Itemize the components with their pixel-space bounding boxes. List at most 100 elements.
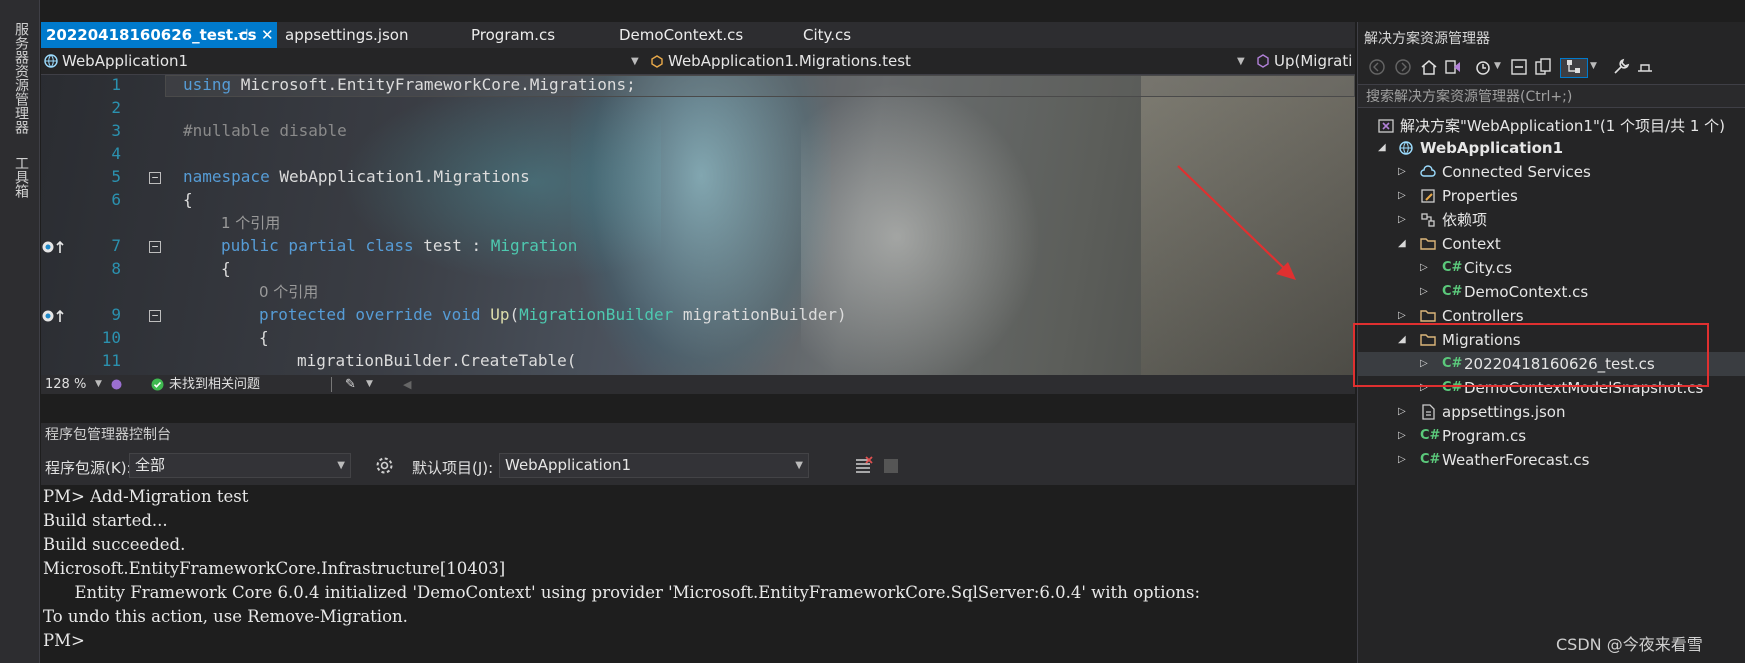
tree-item-context-folder[interactable]: ◢ Context bbox=[1358, 232, 1745, 256]
cleanup-icon[interactable]: ✎ bbox=[345, 375, 356, 394]
override-glyph-icon[interactable] bbox=[41, 308, 67, 324]
package-source-value: 全部 bbox=[135, 456, 166, 474]
package-manager-console: 程序包管理器控制台 程序包源(K): 全部 ▼ 默认项目(J): WebAppl… bbox=[41, 423, 1355, 663]
csharp-file-icon: C# bbox=[1442, 284, 1463, 299]
tree-item-program[interactable]: ▷ C# Program.cs bbox=[1358, 424, 1745, 448]
expanded-arrow-icon[interactable]: ◢ bbox=[1378, 136, 1390, 160]
member-dropdown[interactable]: Up(Migrati bbox=[1255, 50, 1355, 73]
collapsed-arrow-icon[interactable]: ▷ bbox=[1398, 424, 1410, 448]
server-explorer-tab[interactable]: 服务器资源管理器 bbox=[11, 22, 31, 134]
tab-appsettings[interactable]: appsettings.json bbox=[285, 22, 409, 48]
collapsed-arrow-icon[interactable]: ▷ bbox=[1398, 184, 1410, 208]
keyword: using bbox=[183, 75, 232, 94]
back-icon[interactable] bbox=[1368, 58, 1386, 76]
left-tool-strip: 服务器资源管理器 工具箱 bbox=[0, 0, 40, 663]
type-name: MigrationBuilder bbox=[519, 305, 674, 324]
collapsed-arrow-icon[interactable]: ▷ bbox=[1420, 256, 1432, 280]
tree-item-label: Context bbox=[1442, 235, 1501, 253]
clear-console-icon[interactable] bbox=[854, 456, 874, 476]
tab-program[interactable]: Program.cs bbox=[471, 22, 555, 48]
code-line-6: { bbox=[183, 190, 193, 209]
tree-item-label: Connected Services bbox=[1442, 163, 1591, 181]
method-name: Up bbox=[480, 305, 510, 324]
gear-icon[interactable] bbox=[375, 456, 394, 475]
tree-item-label: Program.cs bbox=[1442, 427, 1527, 445]
show-all-files-icon[interactable] bbox=[1534, 58, 1552, 76]
chevron-down-icon[interactable]: ▼ bbox=[95, 375, 102, 394]
code-line-7: public partial class test : Migration bbox=[221, 236, 577, 255]
scroll-left-icon[interactable]: ◀ bbox=[403, 375, 411, 394]
tree-icon[interactable] bbox=[1565, 58, 1583, 76]
codelens-references[interactable]: 0 个引用 bbox=[259, 281, 318, 302]
code-area[interactable]: 1 2 3 4 5 6 7 8 9 10 11 − − − using Micr… bbox=[41, 75, 1355, 375]
solution-explorer-title: 解决方案资源管理器 bbox=[1364, 31, 1490, 47]
wrench-icon[interactable] bbox=[1612, 58, 1630, 76]
pin-icon[interactable]: ⊣ bbox=[237, 22, 248, 48]
web-project-icon bbox=[1399, 141, 1413, 155]
expanded-arrow-icon[interactable]: ◢ bbox=[1398, 232, 1410, 256]
stop-icon[interactable] bbox=[884, 459, 898, 473]
package-source-select[interactable]: 全部 ▼ bbox=[129, 453, 351, 478]
tree-item-appsettings[interactable]: ▷ appsettings.json bbox=[1358, 400, 1745, 424]
tree-item-city[interactable]: ▷ C# City.cs bbox=[1358, 256, 1745, 280]
default-project-label: 默认项目(J): bbox=[412, 459, 494, 477]
project-dropdown[interactable]: WebApplication1 ▼ bbox=[43, 50, 643, 73]
divider bbox=[331, 377, 332, 392]
collapse-icon[interactable]: − bbox=[149, 241, 161, 253]
chevron-down-icon: ▼ bbox=[1237, 56, 1245, 67]
collapsed-arrow-icon[interactable]: ▷ bbox=[1398, 208, 1410, 232]
forward-icon[interactable] bbox=[1394, 58, 1412, 76]
code-editor: 20220418160626_test.cs ⊣ ✕ appsettings.j… bbox=[41, 22, 1355, 394]
switch-views-icon[interactable] bbox=[1444, 58, 1462, 76]
solution-search-input[interactable]: 搜索解决方案资源管理器(Ctrl+;) bbox=[1358, 84, 1745, 108]
pending-changes-icon[interactable] bbox=[1474, 58, 1492, 76]
tab-migration-file[interactable]: 20220418160626_test.cs ⊣ ✕ bbox=[41, 22, 277, 48]
tree-item-project[interactable]: ◢ WebApplication1 bbox=[1358, 136, 1745, 160]
keyword: protected override void bbox=[259, 305, 481, 324]
home-icon[interactable] bbox=[1420, 58, 1438, 76]
default-project-select[interactable]: WebApplication1 ▼ bbox=[499, 453, 809, 478]
close-icon[interactable]: ✕ bbox=[261, 22, 274, 48]
console-line: To undo this action, use Remove-Migratio… bbox=[43, 607, 408, 626]
tree-item-label: appsettings.json bbox=[1442, 403, 1566, 421]
chevron-down-icon[interactable]: ▼ bbox=[1590, 61, 1597, 71]
collapsed-arrow-icon[interactable]: ▷ bbox=[1398, 400, 1410, 424]
preview-icon[interactable] bbox=[1636, 58, 1654, 76]
toolbox-tab[interactable]: 工具箱 bbox=[11, 156, 31, 198]
navigation-bar: WebApplication1 ▼ WebApplication1.Migrat… bbox=[41, 48, 1355, 75]
type-dropdown[interactable]: WebApplication1.Migrations.test ▼ bbox=[649, 50, 1249, 73]
tree-item-solution[interactable]: 解决方案"WebApplication1"(1 个项目/共 1 个) bbox=[1358, 114, 1745, 138]
console-line: PM> Add-Migration test bbox=[43, 487, 249, 506]
collapsed-arrow-icon[interactable]: ▷ bbox=[1398, 448, 1410, 472]
chevron-down-icon[interactable]: ▼ bbox=[1494, 61, 1501, 71]
override-glyph-icon[interactable] bbox=[41, 239, 67, 255]
chevron-down-icon[interactable]: ▼ bbox=[366, 375, 373, 394]
package-source-label: 程序包源(K): bbox=[45, 459, 132, 477]
code-line-3: #nullable disable bbox=[183, 121, 347, 140]
highlight-box bbox=[1353, 323, 1709, 387]
codelens-references[interactable]: 1 个引用 bbox=[221, 212, 280, 233]
console-output[interactable]: PM> Add-Migration test Build started... … bbox=[41, 485, 1355, 663]
tab-city[interactable]: City.cs bbox=[803, 22, 851, 48]
tree-item-label: Properties bbox=[1442, 187, 1518, 205]
brush-icon[interactable] bbox=[109, 377, 124, 392]
tree-item-connected-services[interactable]: ▷ Connected Services bbox=[1358, 160, 1745, 184]
zoom-level[interactable]: 128 % bbox=[45, 375, 86, 394]
issues-status[interactable]: 未找到相关问题 bbox=[169, 375, 260, 394]
tree-item-dependencies[interactable]: ▷ 依赖项 bbox=[1358, 208, 1745, 232]
collapsed-arrow-icon[interactable]: ▷ bbox=[1420, 280, 1432, 304]
collapsed-arrow-icon[interactable]: ▷ bbox=[1398, 160, 1410, 184]
collapse-icon[interactable]: − bbox=[149, 310, 161, 322]
collapse-all-icon[interactable] bbox=[1510, 58, 1528, 76]
tree-item-democontext[interactable]: ▷ C# DemoContext.cs bbox=[1358, 280, 1745, 304]
tab-democontext[interactable]: DemoContext.cs bbox=[619, 22, 743, 48]
code-line-11: migrationBuilder.CreateTable( bbox=[297, 351, 577, 370]
collapse-icon[interactable]: − bbox=[149, 172, 161, 184]
tree-item-weatherforecast[interactable]: ▷ C# WeatherForecast.cs bbox=[1358, 448, 1745, 472]
type-name: WebApplication1.Migrations.test bbox=[668, 52, 911, 70]
tree-item-properties[interactable]: ▷ Properties bbox=[1358, 184, 1745, 208]
tree-item-label: WebApplication1 bbox=[1420, 139, 1564, 157]
tree-item-label: 依赖项 bbox=[1442, 211, 1488, 229]
code-text: WebApplication1.Migrations bbox=[269, 167, 530, 186]
console-line: Microsoft.EntityFrameworkCore.Infrastruc… bbox=[43, 559, 506, 578]
